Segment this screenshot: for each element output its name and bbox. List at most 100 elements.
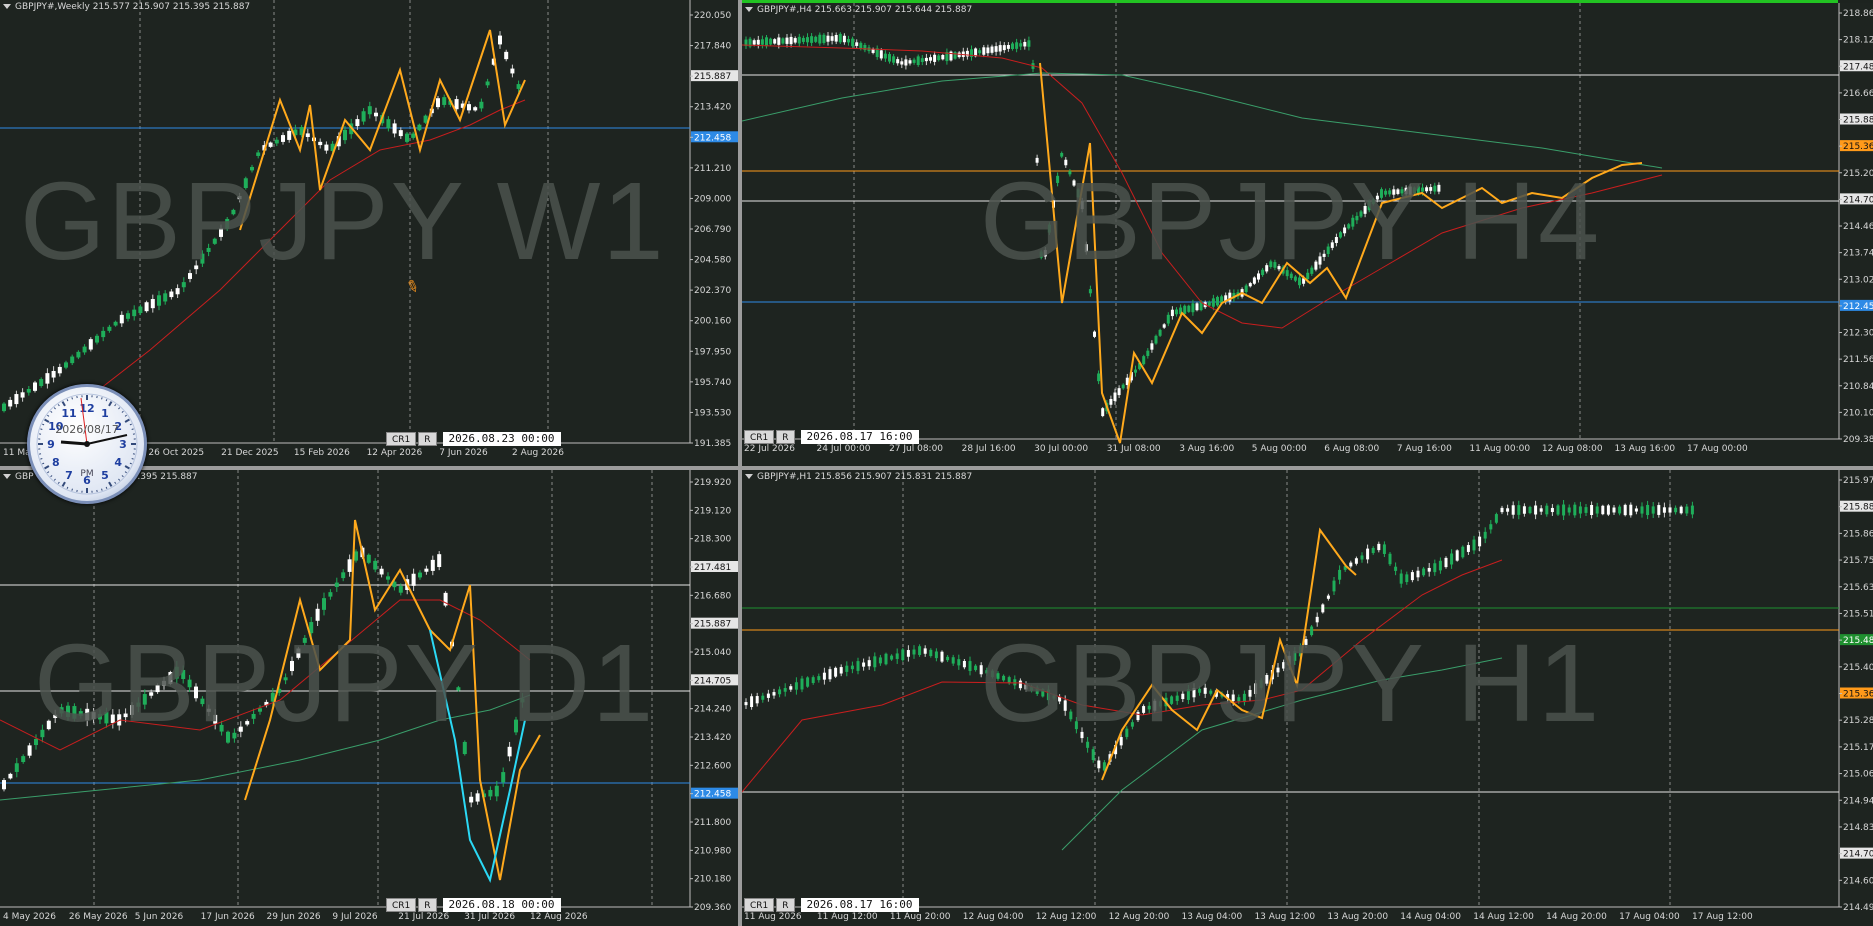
- candle-body: [132, 309, 137, 317]
- price-axis-label: 200.160: [694, 317, 731, 327]
- time-axis-label: 3 Aug 16:00: [1179, 444, 1234, 454]
- price-axis-label: 214.46: [1843, 222, 1873, 232]
- candle-body: [1494, 514, 1498, 523]
- collapse-triangle-icon[interactable]: [745, 7, 753, 12]
- candle-body: [392, 123, 397, 134]
- candle-body: [982, 47, 986, 55]
- panel-divider-vertical[interactable]: [738, 0, 742, 926]
- chart-panel-h1[interactable]: 215.97 215.88 215.86 215.75 215.63 215.51 215.…: [742, 470, 1873, 926]
- candle-body: [1382, 544, 1386, 554]
- candle-body: [1109, 398, 1113, 405]
- time-axis-label: 12 Apr 2026: [367, 448, 423, 458]
- clock-tick: [61, 401, 66, 407]
- clock-tick: [131, 458, 134, 460]
- price-axis-label: 215.887: [694, 620, 731, 630]
- candle-body: [1573, 504, 1577, 516]
- candle-body: [1522, 506, 1526, 514]
- price-axis-label: 215.48: [1843, 636, 1873, 646]
- clock-tick: [66, 486, 69, 489]
- r-button[interactable]: R: [776, 430, 795, 444]
- candle-body: [1629, 504, 1633, 516]
- candle-body: [781, 38, 785, 44]
- candle-body: [785, 37, 789, 44]
- candle-body: [485, 81, 490, 86]
- candle-body: [150, 299, 155, 309]
- candle-body: [507, 746, 512, 757]
- candle-body: [1506, 508, 1510, 512]
- candle-body: [436, 98, 440, 108]
- clock-tick: [71, 397, 73, 400]
- candle-body: [347, 559, 352, 572]
- candle-body: [1679, 506, 1683, 514]
- candle-body: [957, 659, 961, 666]
- chart-header-text: GBPJPY#,Weekly 215.577 215.907 215.395 2…: [15, 2, 251, 12]
- collapse-triangle-icon[interactable]: [3, 4, 11, 9]
- candle-body: [1146, 350, 1150, 356]
- cr-button[interactable]: CR1: [386, 432, 417, 446]
- candle-body: [760, 39, 764, 45]
- candle-body: [1562, 504, 1566, 516]
- clock-tick: [118, 478, 121, 481]
- collapse-triangle-icon[interactable]: [3, 474, 11, 479]
- candle-body: [940, 651, 944, 662]
- r-button[interactable]: R: [418, 898, 437, 912]
- clock-number: 4: [114, 456, 122, 469]
- r-button[interactable]: R: [418, 432, 437, 446]
- collapse-triangle-icon[interactable]: [745, 474, 753, 479]
- candle-body: [826, 35, 830, 42]
- price-axis-label: 213.74: [1843, 249, 1873, 259]
- candle-body: [838, 33, 842, 43]
- candle-body: [1455, 550, 1459, 561]
- candle-body: [361, 111, 366, 122]
- clock-number: 9: [47, 438, 55, 451]
- price-axis-label: 215.36: [1843, 690, 1873, 700]
- cr-button[interactable]: CR1: [744, 898, 775, 912]
- candle-body: [974, 665, 978, 671]
- candle-body: [1019, 43, 1023, 47]
- candle-body: [946, 656, 950, 661]
- cr-button[interactable]: CR1: [386, 898, 417, 912]
- candle-body: [1354, 558, 1358, 564]
- chart-panel-daily[interactable]: 219.920 219.120 218.300 217.481 216.680 215.8…: [0, 470, 738, 926]
- candle-body: [1606, 505, 1610, 515]
- time-axis-label: 22 Jul 2026: [744, 444, 795, 454]
- candle-body: [318, 141, 323, 146]
- chart-panel-h4[interactable]: 218.86 218.12 217.48 216.66 215.88 215.36 215.…: [742, 3, 1873, 465]
- time-axis-label: 9 Jul 2026: [332, 912, 377, 922]
- clock-widget[interactable]: 12 1 2 3 4 5 6 7 8 9 10 11 2026/08/17 PM: [27, 384, 147, 504]
- candle-body: [797, 36, 801, 44]
- price-axis-label: 218.300: [694, 535, 731, 545]
- time-axis-label: 21 Dec 2025: [221, 448, 279, 458]
- cr-button[interactable]: CR1: [744, 430, 775, 444]
- price-axis-label: 220.050: [694, 11, 731, 21]
- time-axis-label: 17 Jun 2026: [201, 912, 255, 922]
- candle-body: [88, 339, 93, 350]
- candle-body: [334, 582, 339, 588]
- candle-body: [769, 38, 773, 45]
- candle-body: [119, 314, 124, 324]
- candle-body: [789, 686, 793, 690]
- candle-body: [855, 42, 859, 46]
- candle-body: [834, 667, 838, 677]
- panel-divider-horizontal[interactable]: [0, 466, 1873, 470]
- candle-body: [1472, 539, 1476, 551]
- clock-tick: [53, 407, 56, 410]
- time-axis-label: 11 Aug 2026: [744, 912, 802, 922]
- price-axis-label: 215.88: [1843, 116, 1873, 126]
- price-axis-label: 214.705: [694, 676, 731, 686]
- clock-tick: [66, 399, 69, 402]
- candle-body: [1338, 569, 1342, 580]
- candle-body: [998, 45, 1002, 52]
- candle-body: [1483, 531, 1487, 539]
- candle-body: [755, 696, 759, 704]
- candle-body: [1097, 373, 1101, 382]
- candle-body: [144, 302, 149, 312]
- r-button[interactable]: R: [776, 898, 795, 912]
- candle-body: [978, 50, 982, 54]
- price-axis-label: 197.950: [694, 347, 731, 357]
- candle-body: [1195, 303, 1199, 311]
- candle-body: [386, 576, 390, 580]
- candle-body: [374, 112, 378, 117]
- candle-body: [1399, 573, 1403, 584]
- candle-body: [1651, 506, 1655, 514]
